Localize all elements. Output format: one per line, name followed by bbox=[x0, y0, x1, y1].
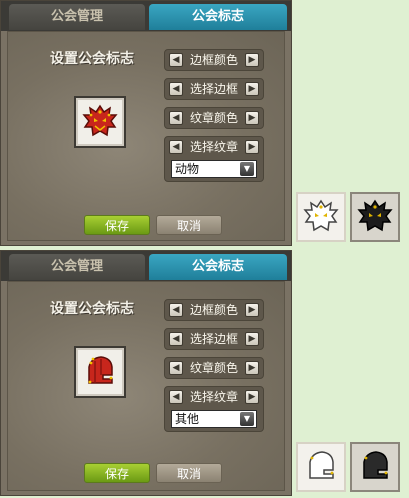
prev-arrow-button[interactable]: ◀ bbox=[169, 53, 183, 67]
prev-arrow-button[interactable]: ◀ bbox=[169, 82, 183, 96]
tab-guild-emblem[interactable]: 公会标志 bbox=[149, 254, 287, 280]
chevron-down-icon[interactable]: ▼ bbox=[240, 162, 254, 176]
pattern-color-selector: ◀ 纹章颜色 ▶ bbox=[164, 107, 264, 129]
prev-arrow-button[interactable]: ◀ bbox=[169, 140, 183, 154]
emblem-settings-body: 设置公会标志 ◀ 边框颜色 ▶ ◀ 选择边框 ▶ ◀ 纹章颜色 ▶ ◀ 选择纹章… bbox=[7, 281, 285, 491]
page-title: 设置公会标志 bbox=[50, 301, 134, 317]
border-color-label: 边框颜色 bbox=[189, 53, 238, 67]
emblem-preview bbox=[74, 346, 126, 398]
dragon-head-white-icon bbox=[303, 199, 339, 232]
tab-guild-manage[interactable]: 公会管理 bbox=[9, 254, 145, 280]
emblem-settings-body: 设置公会标志 ◀ 边框颜色 ▶ ◀ 选择边框 ▶ ◀ 纹章颜色 ▶ ◀ 选择纹章… bbox=[7, 31, 285, 241]
next-arrow-button[interactable]: ▶ bbox=[245, 140, 259, 154]
pattern-category-value: 动物 bbox=[175, 162, 200, 176]
guild-emblem-panel: 公会管理 公会标志 设置公会标志 ◀ 边框颜色 ▶ ◀ 选择边框 ▶ ◀ 纹章颜… bbox=[0, 250, 292, 496]
border-selector: ◀ 选择边框 ▶ bbox=[164, 78, 264, 100]
next-arrow-button[interactable]: ▶ bbox=[245, 111, 259, 125]
save-button[interactable]: 保存 bbox=[84, 463, 150, 483]
emblem-preview bbox=[74, 96, 126, 148]
prev-arrow-button[interactable]: ◀ bbox=[169, 332, 183, 346]
border-color-selector: ◀ 边框颜色 ▶ bbox=[164, 49, 264, 71]
pattern-color-label: 纹章颜色 bbox=[189, 361, 238, 375]
next-arrow-button[interactable]: ▶ bbox=[245, 361, 259, 375]
dragon-head-icon bbox=[82, 104, 118, 137]
select-pattern-label: 选择纹章 bbox=[189, 140, 238, 154]
next-arrow-button[interactable]: ▶ bbox=[245, 332, 259, 346]
page-title: 设置公会标志 bbox=[50, 51, 134, 67]
next-arrow-button[interactable]: ▶ bbox=[245, 390, 259, 404]
prev-arrow-button[interactable]: ◀ bbox=[169, 303, 183, 317]
pattern-color-selector: ◀ 纹章颜色 ▶ bbox=[164, 357, 264, 379]
border-color-label: 边框颜色 bbox=[189, 303, 238, 317]
border-color-selector: ◀ 边框颜色 ▶ bbox=[164, 299, 264, 321]
emblem-option-white[interactable] bbox=[296, 442, 346, 492]
tab-bar: 公会管理 公会标志 bbox=[1, 1, 291, 31]
prev-arrow-button[interactable]: ◀ bbox=[169, 361, 183, 375]
pattern-category-dropdown[interactable]: 其他 ▼ bbox=[171, 410, 257, 428]
tab-guild-emblem[interactable]: 公会标志 bbox=[149, 4, 287, 30]
tab-guild-manage[interactable]: 公会管理 bbox=[9, 4, 145, 30]
emblem-option-white[interactable] bbox=[296, 192, 346, 242]
select-border-label: 选择边框 bbox=[189, 82, 238, 96]
border-selector: ◀ 选择边框 ▶ bbox=[164, 328, 264, 350]
next-arrow-button[interactable]: ▶ bbox=[245, 53, 259, 67]
emblem-option-black[interactable] bbox=[350, 192, 400, 242]
pattern-selector: ◀ 选择纹章 ▶ 动物 ▼ bbox=[164, 136, 264, 182]
prev-arrow-button[interactable]: ◀ bbox=[169, 390, 183, 404]
emblem-option-black[interactable] bbox=[350, 442, 400, 492]
pattern-color-label: 纹章颜色 bbox=[189, 111, 238, 125]
chevron-down-icon[interactable]: ▼ bbox=[240, 412, 254, 426]
prev-arrow-button[interactable]: ◀ bbox=[169, 111, 183, 125]
select-border-label: 选择边框 bbox=[189, 332, 238, 346]
next-arrow-button[interactable]: ▶ bbox=[245, 303, 259, 317]
guild-emblem-panel: 公会管理 公会标志 设置公会标志 ◀ 边框颜色 ▶ ◀ 选择边框 ▶ ◀ 纹章颜… bbox=[0, 0, 292, 246]
dragon-head-black-icon bbox=[357, 199, 393, 232]
knight-helmet-icon bbox=[88, 356, 113, 384]
knight-helmet-black-icon bbox=[363, 451, 388, 479]
pattern-category-dropdown[interactable]: 动物 ▼ bbox=[171, 160, 257, 178]
knight-helmet-white-icon bbox=[309, 451, 334, 479]
next-arrow-button[interactable]: ▶ bbox=[245, 82, 259, 96]
pattern-category-value: 其他 bbox=[175, 412, 200, 426]
save-button[interactable]: 保存 bbox=[84, 215, 150, 235]
pattern-selector: ◀ 选择纹章 ▶ 其他 ▼ bbox=[164, 386, 264, 432]
select-pattern-label: 选择纹章 bbox=[189, 390, 238, 404]
cancel-button[interactable]: 取消 bbox=[156, 215, 222, 235]
tab-bar: 公会管理 公会标志 bbox=[1, 251, 291, 281]
cancel-button[interactable]: 取消 bbox=[156, 463, 222, 483]
